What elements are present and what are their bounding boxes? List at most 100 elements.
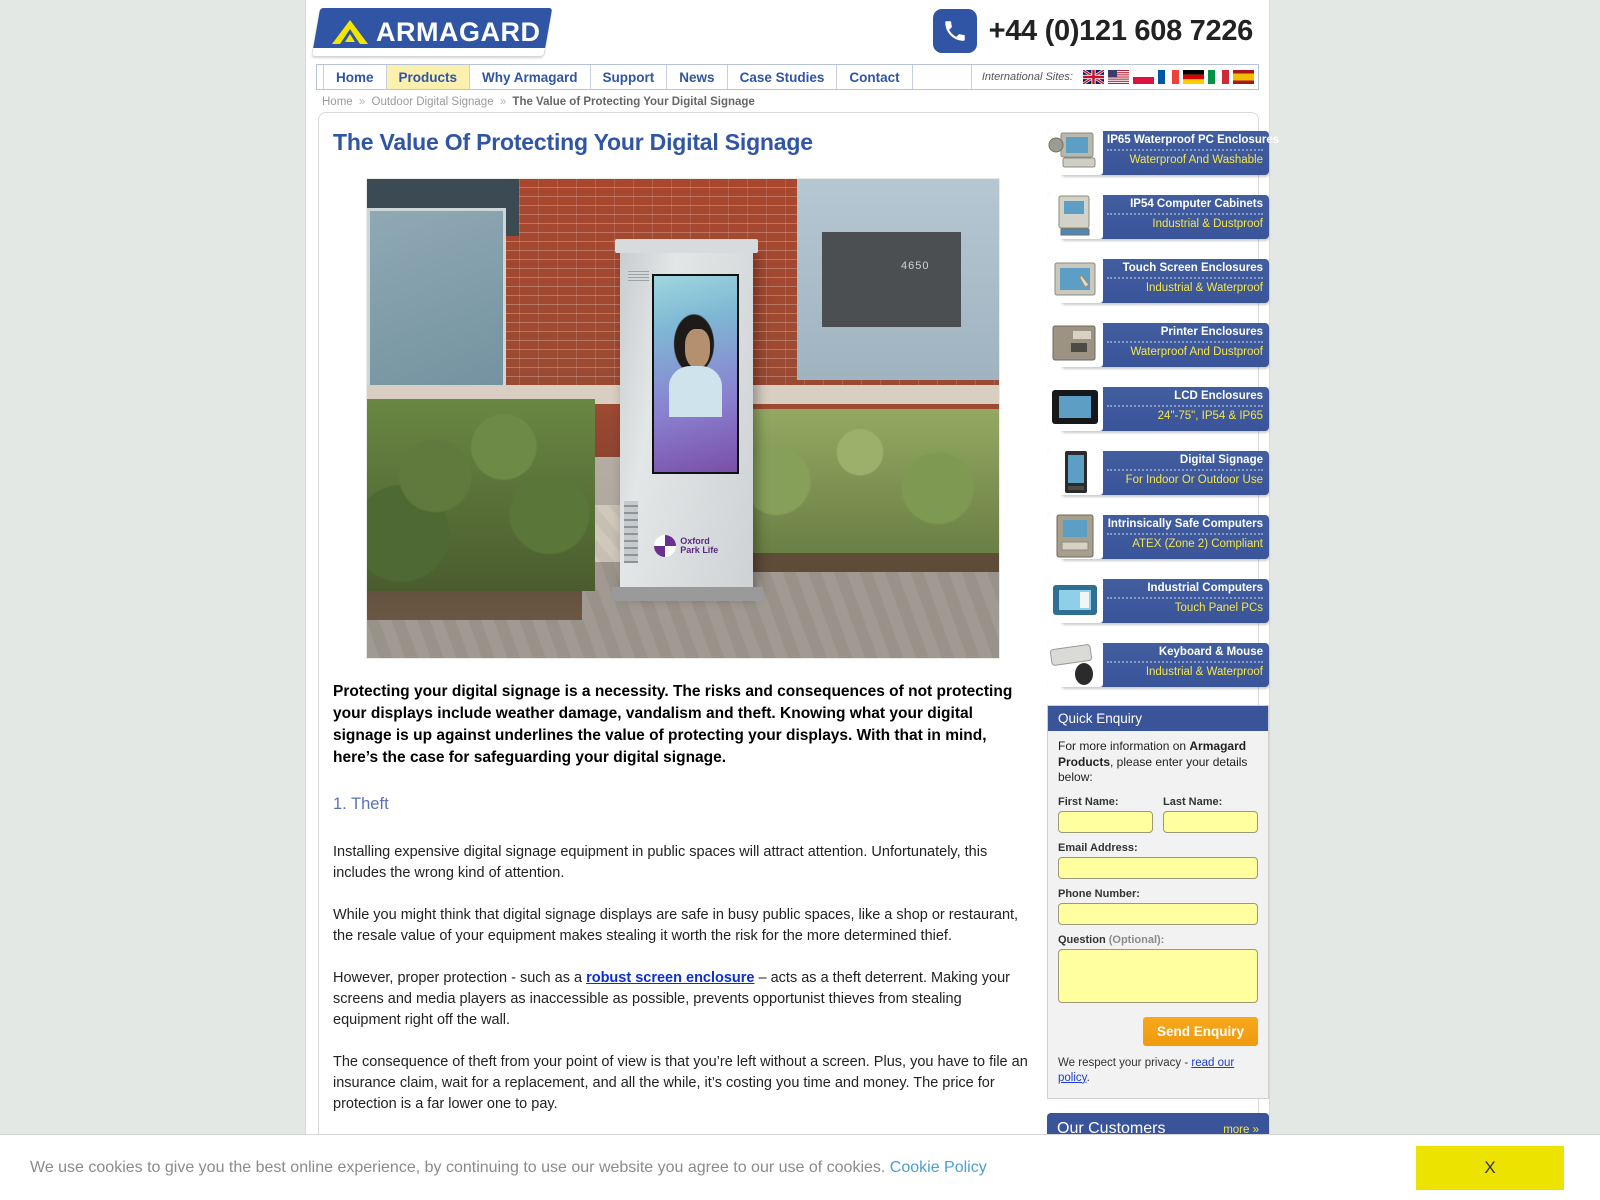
article-paragraph-3: However, proper protection - such as a r… — [333, 968, 1033, 1031]
breadcrumb-separator-1: » — [358, 96, 366, 108]
phone-number: +44 (0)121 608 7226 — [988, 14, 1254, 47]
armagard-chevron-icon — [330, 18, 370, 46]
flag-poland[interactable] — [1133, 70, 1154, 84]
phone-group: Phone Number: — [1058, 888, 1258, 925]
nav-item-contact[interactable]: Contact — [837, 65, 913, 89]
product-subtitle: Waterproof And Washable — [1129, 154, 1263, 166]
touch-screen-icon — [1047, 257, 1103, 303]
article-paragraph-1: Installing expensive digital signage equ… — [333, 844, 988, 882]
cookie-policy-link[interactable]: Cookie Policy — [890, 1159, 987, 1176]
flag-italy[interactable] — [1208, 70, 1229, 84]
sidebar-product-touch-screen-enclosures[interactable]: Touch Screen Enclosures Industrial & Wat… — [1047, 257, 1269, 305]
phone-input[interactable] — [1058, 902, 1258, 925]
article-column: The Value Of Protecting Your Digital Sig… — [333, 129, 1033, 1191]
question-textarea[interactable] — [1058, 948, 1258, 1003]
oxford-ring-icon — [654, 535, 677, 558]
last-name-input[interactable] — [1163, 810, 1258, 833]
cookie-message: We use cookies to give you the best onli… — [30, 1159, 987, 1177]
sidebar-product-intrinsically-safe-computers[interactable]: Intrinsically Safe Computers ATEX (Zone … — [1047, 513, 1269, 561]
flag-united-states[interactable] — [1108, 70, 1129, 84]
product-title: Intrinsically Safe Computers — [1107, 518, 1263, 530]
armagard-logo[interactable]: ARMAGARD — [311, 8, 553, 56]
email-group: Email Address: — [1058, 842, 1258, 879]
totem-screen — [651, 273, 740, 474]
planting-left — [367, 399, 595, 591]
send-enquiry-button[interactable]: Send Enquiry — [1142, 1016, 1258, 1046]
breadcrumb-parent[interactable]: Outdoor Digital Signage — [372, 96, 494, 108]
submit-row: Send Enquiry — [1058, 1016, 1258, 1046]
breadcrumb: Home » Outdoor Digital Signage » The Val… — [306, 90, 1269, 112]
computer-cabinet-icon — [1047, 193, 1103, 239]
cookie-message-text: We use cookies to give you the best onli… — [30, 1158, 886, 1176]
site-header: ARMAGARD +44 (0)121 608 7226 — [306, 0, 1269, 64]
dotted-divider — [1107, 149, 1263, 151]
last-name-label: Last Name: — [1163, 795, 1223, 808]
breadcrumb-current: The Value of Protecting Your Digital Sig… — [512, 96, 755, 108]
first-name-input[interactable] — [1058, 810, 1153, 833]
industrial-computer-icon — [1047, 577, 1103, 623]
last-name-group: Last Name: — [1163, 796, 1258, 833]
sidebar: IP65 Waterproof PC Enclosures Waterproof… — [1047, 129, 1280, 1191]
article-paragraph-2: While you might think that digital signa… — [333, 907, 1019, 945]
privacy-after: . — [1086, 1071, 1090, 1084]
product-subtitle: Waterproof And Dustproof — [1130, 346, 1263, 358]
flag-spain[interactable] — [1233, 70, 1254, 84]
product-title: IP54 Computer Cabinets — [1130, 198, 1263, 210]
nav-item-products[interactable]: Products — [386, 65, 471, 89]
product-subtitle: Industrial & Waterproof — [1145, 666, 1263, 678]
nav-item-news[interactable]: News — [667, 65, 728, 89]
question-group: Question (Optional): — [1058, 934, 1258, 1008]
logo-text: ARMAGARD — [376, 16, 541, 47]
sidebar-product-digital-signage[interactable]: Digital Signage For Indoor Or Outdoor Us… — [1047, 449, 1269, 497]
product-subtitle: Industrial & Waterproof — [1145, 282, 1263, 294]
question-label: Question (Optional): — [1058, 934, 1258, 946]
dotted-divider — [1107, 213, 1263, 215]
breadcrumb-home[interactable]: Home — [322, 96, 353, 108]
sidebar-product-lcd-enclosures[interactable]: LCD Enclosures 24"-75", IP54 & IP65 — [1047, 385, 1269, 433]
main-navigation: Home Products Why Armagard Support News … — [316, 64, 1259, 90]
phone-label: Phone Number: — [1058, 887, 1140, 900]
dotted-divider — [1107, 661, 1263, 663]
cookie-close-button[interactable]: X — [1416, 1146, 1564, 1190]
sidebar-product-printer-enclosures[interactable]: Printer Enclosures Waterproof And Dustpr… — [1047, 321, 1269, 369]
lcd-enclosure-icon — [1047, 385, 1103, 431]
flag-germany[interactable] — [1183, 70, 1204, 84]
robust-screen-enclosure-link[interactable]: robust screen enclosure — [586, 970, 754, 986]
nav-item-home[interactable]: Home — [323, 65, 387, 89]
question-label-text: Question — [1058, 933, 1106, 946]
privacy-before: We respect your privacy - — [1058, 1056, 1192, 1069]
keyboard-mouse-icon — [1047, 641, 1103, 687]
product-subtitle: Industrial & Dustproof — [1152, 218, 1263, 230]
flag-united-kingdom[interactable] — [1083, 70, 1104, 84]
product-title: Keyboard & Mouse — [1158, 646, 1263, 658]
planting-right — [720, 408, 999, 553]
building-number: 4650 — [901, 260, 930, 273]
flag-france[interactable] — [1158, 70, 1179, 84]
sidebar-product-industrial-computers[interactable]: Industrial Computers Touch Panel PCs — [1047, 577, 1269, 625]
international-sites-label: International Sites: — [981, 71, 1073, 83]
sidebar-product-ip65-waterproof-pc-enclosures[interactable]: IP65 Waterproof PC Enclosures Waterproof… — [1047, 129, 1280, 177]
sidebar-product-ip54-computer-cabinets[interactable]: IP54 Computer Cabinets Industrial & Dust… — [1047, 193, 1269, 241]
dotted-divider — [1107, 277, 1263, 279]
article-paragraph-4: The consequence of theft from your point… — [333, 1054, 1028, 1113]
product-title: IP65 Waterproof PC Enclosures — [1107, 134, 1280, 146]
product-subtitle: 24"-75", IP54 & IP65 — [1157, 410, 1263, 422]
email-input[interactable] — [1058, 856, 1258, 879]
product-title: Printer Enclosures — [1160, 326, 1263, 338]
nav-item-support[interactable]: Support — [591, 65, 668, 89]
sidebar-product-keyboard-mouse[interactable]: Keyboard & Mouse Industrial & Waterproof — [1047, 641, 1269, 689]
quick-enquiry-heading: Quick Enquiry — [1048, 706, 1268, 731]
nav-item-case-studies[interactable]: Case Studies — [728, 65, 838, 89]
first-name-label: First Name: — [1058, 795, 1119, 808]
phone-icon — [932, 9, 977, 53]
dotted-divider — [1107, 405, 1263, 407]
breadcrumb-separator-2: » — [499, 96, 507, 108]
header-phone[interactable]: +44 (0)121 608 7226 — [932, 9, 1254, 53]
dotted-divider — [1107, 341, 1263, 343]
content-card: The Value Of Protecting Your Digital Sig… — [318, 112, 1279, 1192]
product-title: Industrial Computers — [1147, 582, 1263, 594]
nav-item-why-armagard[interactable]: Why Armagard — [470, 65, 591, 89]
section-heading-theft: 1. Theft — [333, 795, 389, 813]
quick-enquiry-body: For more information on Armagard Product… — [1048, 731, 1268, 1098]
product-subtitle: Touch Panel PCs — [1174, 602, 1263, 614]
